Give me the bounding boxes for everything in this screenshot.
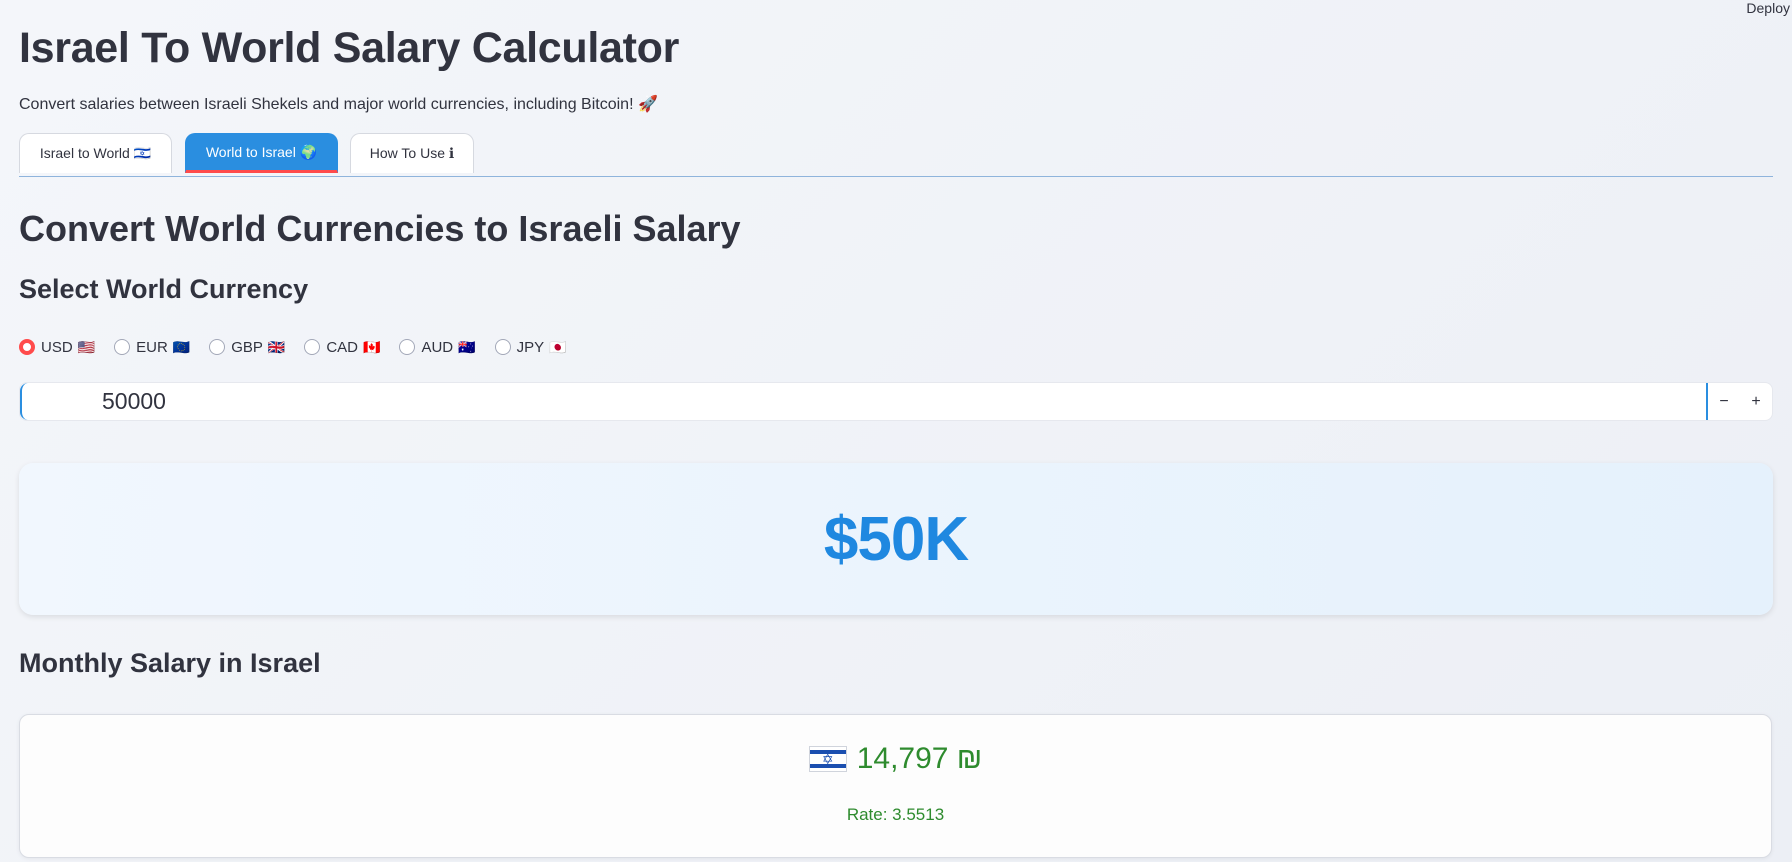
flag-gb-icon: 🇬🇧 xyxy=(267,338,286,355)
radio-usd[interactable]: USD 🇺🇸 xyxy=(19,339,95,356)
result-line: ✡ 14,797 ₪ xyxy=(20,742,1771,776)
tab-world-to-israel[interactable]: World to Israel 🌍 xyxy=(185,133,338,173)
israel-flag-icon: ✡ xyxy=(808,746,847,772)
page-title: Israel To World Salary Calculator xyxy=(19,24,680,72)
radio-checked-icon[interactable] xyxy=(19,339,35,355)
currency-radio-group: USD 🇺🇸 EUR 🇪🇺 GBP 🇬🇧 CAD 🇨🇦 AUD 🇦🇺 JPY 🇯… xyxy=(19,337,586,357)
flag-eu-icon: 🇪🇺 xyxy=(172,338,191,355)
flag-ca-icon: 🇨🇦 xyxy=(363,338,381,355)
section-heading: Convert World Currencies to Israeli Sala… xyxy=(19,208,741,249)
radio-label-jpy: JPY xyxy=(516,338,545,356)
radio-unchecked-icon[interactable] xyxy=(209,339,226,355)
radio-aud[interactable]: AUD 🇦🇺 xyxy=(399,338,476,356)
tab-bar: Israel to World 🇮🇱 World to Israel 🌍 How… xyxy=(19,133,1773,177)
increment-button[interactable]: + xyxy=(1740,383,1772,420)
decrement-button[interactable]: − xyxy=(1708,383,1740,420)
radio-unchecked-icon[interactable] xyxy=(399,339,416,355)
tab-israel-to-world[interactable]: Israel to World 🇮🇱 xyxy=(19,133,172,173)
tab-how-to-use[interactable]: How To Use ℹ xyxy=(350,133,474,173)
salary-input[interactable] xyxy=(20,383,1708,420)
flag-us-icon: 🇺🇸 xyxy=(77,338,96,355)
exchange-rate: Rate: 3.5513 xyxy=(846,805,945,824)
salary-display-card: $50K xyxy=(19,463,1773,615)
radio-unchecked-icon[interactable] xyxy=(494,339,511,355)
radio-gbp[interactable]: GBP 🇬🇧 xyxy=(209,339,285,356)
radio-label-gbp: GBP xyxy=(231,338,263,356)
page-subtitle: Convert salaries between Israeli Shekels… xyxy=(19,96,658,113)
radio-label-cad: CAD xyxy=(326,338,359,356)
salary-number-input: − + xyxy=(19,382,1773,421)
radio-eur[interactable]: EUR 🇪🇺 xyxy=(114,339,190,356)
result-card: ✡ 14,797 ₪ Rate: 3.5513 xyxy=(19,714,1772,858)
radio-cad[interactable]: CAD 🇨🇦 xyxy=(304,339,380,356)
currency-heading: Select World Currency xyxy=(19,274,309,304)
result-heading: Monthly Salary in Israel xyxy=(19,648,321,678)
radio-label-eur: EUR xyxy=(136,338,168,356)
flag-jp-icon: 🇯🇵 xyxy=(549,338,567,355)
radio-unchecked-icon[interactable] xyxy=(114,339,131,355)
result-amount: 14,797 ₪ xyxy=(856,742,983,775)
radio-unchecked-icon[interactable] xyxy=(304,339,321,355)
radio-label-usd: USD xyxy=(41,338,73,356)
flag-au-icon: 🇦🇺 xyxy=(458,338,476,355)
radio-label-aud: AUD xyxy=(421,338,454,356)
radio-jpy[interactable]: JPY 🇯🇵 xyxy=(494,338,567,356)
deploy-button[interactable]: Deploy xyxy=(1744,0,1792,16)
salary-display-amount: $50K xyxy=(823,504,969,574)
